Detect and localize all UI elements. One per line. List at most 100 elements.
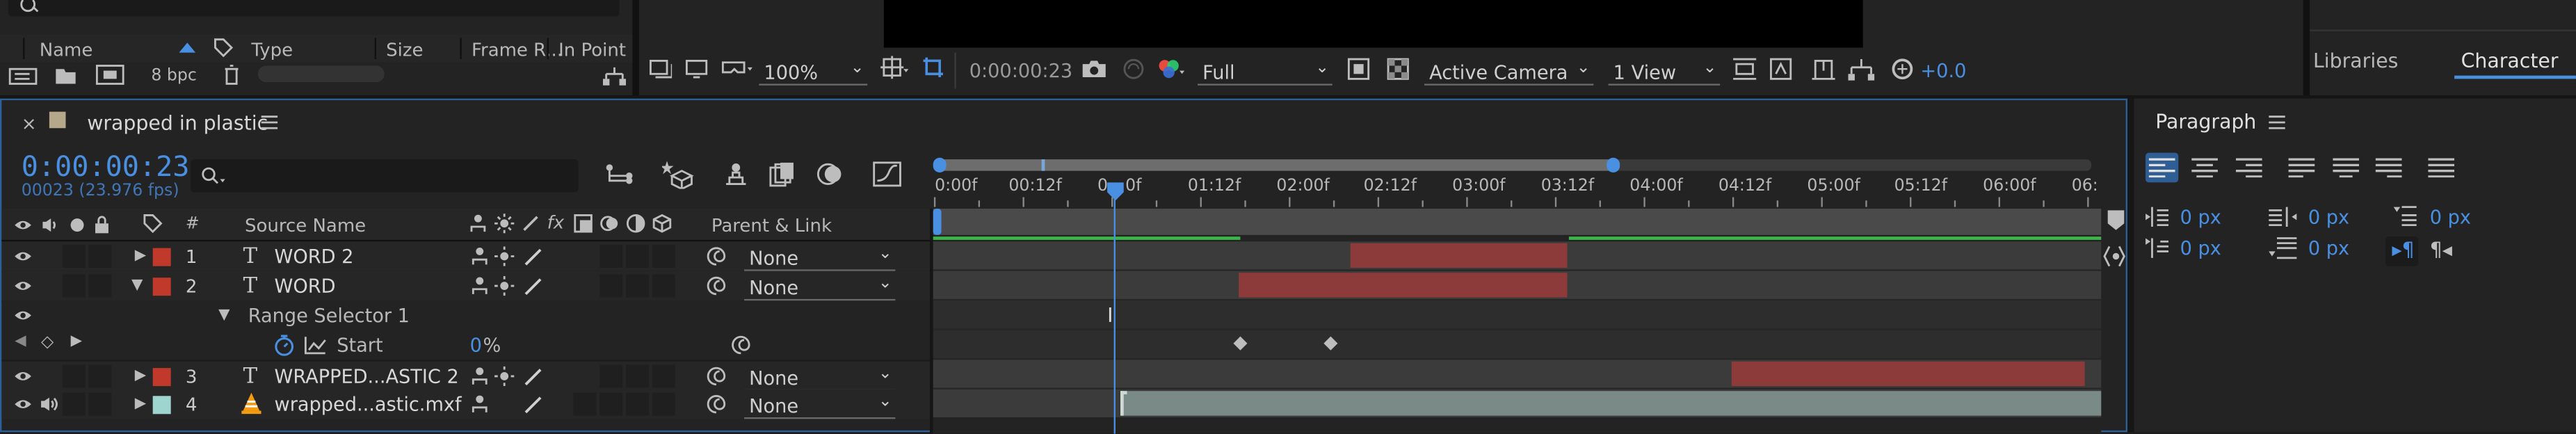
align-right-icon[interactable] — [2235, 158, 2262, 178]
col-type[interactable]: Type — [251, 41, 293, 59]
col-source-name[interactable]: Source Name — [245, 217, 366, 235]
frame-blend-switch-icon[interactable] — [573, 214, 593, 233]
project-scrollbar[interactable] — [257, 65, 385, 83]
track-row[interactable] — [933, 360, 2102, 389]
grid-guide-icon[interactable] — [880, 56, 910, 79]
work-area-start[interactable] — [933, 208, 942, 235]
label-color-swatch[interactable] — [152, 396, 171, 415]
bit-depth-button[interactable]: 8 bpc — [151, 68, 197, 86]
quality-switch-icon[interactable] — [521, 214, 540, 233]
viewer-timecode[interactable]: 0:00:00:23 — [969, 62, 1072, 81]
graph-icon[interactable] — [304, 335, 327, 355]
new-composition-icon[interactable] — [95, 64, 125, 86]
adjustment-layer-icon[interactable] — [626, 214, 645, 233]
layer-bar-word-2[interactable] — [1350, 243, 1568, 268]
property-value[interactable]: 0 — [470, 336, 482, 355]
pickwhip-icon[interactable] — [705, 364, 727, 387]
indent-first-line-value[interactable]: 0 px — [2180, 239, 2221, 259]
time-navigator-range[interactable] — [936, 159, 1613, 171]
transparency-grid-icon[interactable] — [1387, 58, 1410, 81]
next-keyframe-icon[interactable]: ▶ — [71, 335, 82, 350]
comp-flowchart-icon[interactable] — [604, 163, 634, 189]
exposure-value[interactable]: +0.0 — [1920, 62, 1966, 81]
space-before-value[interactable]: 0 px — [2430, 208, 2471, 227]
shy-switch-icon[interactable] — [470, 367, 490, 386]
new-folder-icon[interactable] — [54, 65, 77, 85]
panel-menu-icon[interactable] — [2269, 115, 2285, 129]
monitor-icon[interactable] — [685, 59, 708, 79]
trash-icon[interactable] — [222, 64, 241, 86]
pickwhip-icon[interactable] — [705, 393, 727, 416]
toggle-pixel-aspect-icon[interactable] — [1732, 58, 1758, 81]
work-area-bar[interactable] — [933, 208, 2102, 235]
time-graph[interactable]: 0:00f 00:12f 0 0f 01:12f 02:00f 02:12f 0… — [933, 149, 2102, 434]
frame-blending-icon[interactable] — [769, 161, 796, 187]
layer-name[interactable]: wrapped...astic.mxf — [274, 395, 461, 415]
prev-keyframe-icon[interactable]: ◀ — [15, 335, 26, 350]
expand-triangle[interactable]: ▶ — [135, 396, 146, 412]
video-visibility-icon[interactable] — [13, 398, 33, 411]
collapse-switch-icon[interactable] — [494, 214, 515, 234]
audio-icon[interactable] — [41, 217, 58, 234]
collapse-triangle[interactable]: ▼ — [218, 307, 230, 324]
collapse-switch-icon[interactable] — [494, 246, 515, 266]
layer-row[interactable]: ▶ 1 T WORD 2 None ⌄ — [1, 241, 931, 273]
show-snapshot-icon[interactable] — [1122, 58, 1145, 81]
project-search-input[interactable] — [8, 0, 620, 17]
video-visibility-icon[interactable] — [13, 280, 33, 293]
tab-libraries[interactable]: Libraries — [2313, 51, 2398, 70]
keyframe[interactable] — [1323, 336, 1338, 351]
shy-switch-icon[interactable] — [470, 276, 490, 296]
label-color-swatch[interactable] — [152, 278, 171, 296]
pickwhip-icon[interactable] — [705, 245, 727, 268]
video-visibility-icon[interactable] — [13, 218, 33, 232]
comp-tab-title[interactable]: wrapped in plastic — [87, 113, 268, 133]
justify-last-center-icon[interactable] — [2333, 158, 2360, 178]
layer-bar-footage[interactable] — [1120, 391, 2102, 416]
collapse-triangle[interactable]: ▼ — [131, 278, 143, 294]
track-row[interactable] — [933, 389, 2102, 417]
property-row-start[interactable]: ◀ ◇ ▶ Start 0 % — [1, 330, 931, 360]
justify-last-right-icon[interactable] — [2375, 158, 2402, 178]
always-preview-icon[interactable] — [649, 59, 673, 79]
layer-search-input[interactable] — [191, 159, 579, 193]
video-visibility-icon[interactable] — [13, 250, 33, 263]
layer-name[interactable]: WORD 2 — [274, 247, 353, 267]
3d-ground-plane-icon[interactable] — [1848, 58, 1875, 81]
label-color-swatch[interactable] — [152, 368, 171, 387]
vr-goggles-icon[interactable] — [721, 59, 754, 79]
indent-right-value[interactable]: 0 px — [2308, 208, 2349, 227]
paragraph-panel-title[interactable]: Paragraph — [2155, 112, 2256, 131]
expression-pickwhip-icon[interactable] — [730, 334, 752, 357]
interpret-footage-icon[interactable] — [8, 65, 38, 85]
video-visibility-icon[interactable] — [13, 309, 33, 322]
layer-name[interactable]: WRAPPED...ASTIC 2 — [274, 367, 458, 387]
effects-switch-icon[interactable]: fx — [547, 214, 565, 232]
current-time-indicator[interactable] — [1113, 188, 1116, 434]
space-after-value[interactable]: 0 px — [2308, 239, 2349, 259]
navigator-start-handle[interactable] — [933, 157, 947, 173]
parent-dropdown[interactable]: None ⌄ — [744, 241, 896, 271]
graph-editor-icon[interactable] — [872, 161, 902, 187]
quality-switch-icon[interactable] — [522, 394, 542, 414]
track-row[interactable] — [933, 241, 2102, 271]
keyframe[interactable] — [1233, 336, 1248, 351]
rtl-paragraph-icon[interactable]: ¶◂ — [2430, 240, 2452, 259]
quality-switch-icon[interactable] — [522, 276, 542, 296]
parent-dropdown[interactable]: None ⌄ — [744, 362, 896, 392]
shy-switch-icon[interactable] — [468, 214, 488, 233]
parent-dropdown[interactable]: None ⌄ — [744, 389, 896, 419]
layer-row[interactable]: ▼ 2 T WORD None ⌄ — [1, 271, 931, 303]
solo-icon[interactable] — [69, 217, 86, 234]
resolution-dropdown[interactable]: Full ⌄ — [1198, 56, 1333, 86]
reset-exposure-icon[interactable] — [1891, 58, 1914, 81]
panel-menu-icon[interactable] — [261, 115, 278, 129]
track-row-start-property[interactable] — [933, 330, 2102, 360]
tab-character[interactable]: Character — [2461, 51, 2559, 70]
add-keyframe-icon[interactable]: ◇ — [41, 335, 54, 352]
close-tab-icon[interactable]: × — [22, 115, 37, 133]
shy-layers-icon[interactable] — [721, 161, 751, 187]
audio-icon[interactable] — [40, 396, 59, 412]
layer-name[interactable]: WORD — [274, 277, 335, 296]
viewer-canvas[interactable] — [883, 0, 1863, 48]
